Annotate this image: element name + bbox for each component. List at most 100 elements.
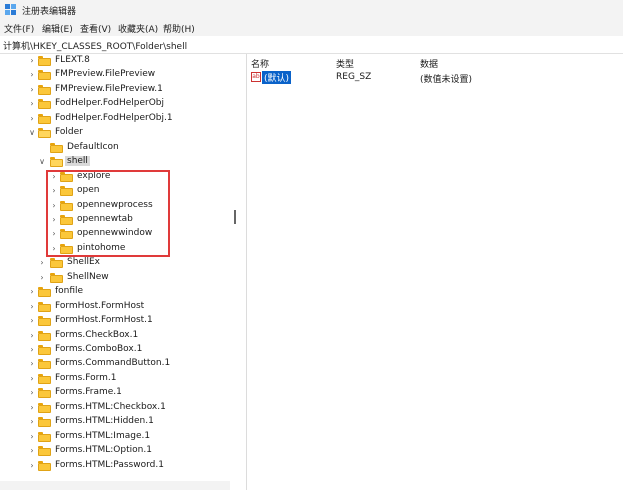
tree-node[interactable]: › ShellNew [0, 271, 230, 285]
window-title: 注册表编辑器 [22, 7, 77, 17]
tree-node-label[interactable]: FodHelper.FodHelperObj [53, 98, 166, 108]
annotation-highlight-box [46, 170, 170, 257]
chevron-right-icon[interactable]: › [28, 446, 36, 456]
tree-scrollbar[interactable] [230, 54, 240, 490]
folder-icon [50, 272, 63, 283]
tree-node[interactable]: › FodHelper.FodHelperObj.1 [0, 112, 230, 126]
tree-node-label[interactable]: FormHost.FormHost.1 [53, 315, 155, 325]
menu-edit[interactable]: 编辑(E) [42, 22, 73, 35]
tree-node-label[interactable]: FMPreview.FilePreview.1 [53, 84, 165, 94]
tree-node[interactable]: › ShellEx [0, 256, 230, 270]
chevron-right-icon[interactable]: › [28, 345, 36, 355]
chevron-right-icon[interactable]: › [28, 331, 36, 341]
tree-node-label[interactable]: Forms.HTML:Image.1 [53, 431, 152, 441]
tree-node[interactable]: ∨ Folder [0, 126, 230, 140]
tree-node[interactable]: › Forms.HTML:Option.1 [0, 444, 230, 458]
tree-horizontal-scrollbar[interactable] [0, 481, 230, 490]
tree-node-label[interactable]: DefaultIcon [65, 142, 121, 152]
tree-node-label[interactable]: shell [65, 156, 90, 167]
chevron-right-icon[interactable]: › [28, 85, 36, 95]
tree-node-label[interactable]: Forms.Form.1 [53, 373, 118, 383]
tree-node-label[interactable]: FLEXT.8 [53, 55, 92, 65]
tree-node[interactable]: › Forms.Form.1 [0, 372, 230, 386]
chevron-right-icon[interactable]: › [28, 461, 36, 471]
tree-node[interactable]: › FormHost.FormHost [0, 300, 230, 314]
chevron-right-icon[interactable]: › [38, 258, 46, 268]
folder-icon [38, 70, 51, 81]
value-name[interactable]: (默认) [262, 71, 292, 84]
tree-node[interactable]: › Forms.HTML:Password.1 [0, 459, 230, 473]
tree-node-label[interactable]: Forms.CheckBox.1 [53, 330, 140, 340]
chevron-right-icon[interactable]: › [28, 70, 36, 80]
tree-node[interactable]: › Forms.Frame.1 [0, 386, 230, 400]
value-row[interactable]: ab (默认) REG_SZ (数值未设置) [247, 70, 623, 85]
chevron-down-icon[interactable]: ∨ [28, 128, 36, 138]
tree-node[interactable]: › FodHelper.FodHelperObj [0, 97, 230, 111]
chevron-right-icon[interactable]: › [28, 403, 36, 413]
folder-icon [38, 359, 51, 370]
chevron-right-icon[interactable]: › [28, 432, 36, 442]
tree-node[interactable]: › fonfile [0, 285, 230, 299]
menu-file[interactable]: 文件(F) [4, 22, 34, 35]
tree-node[interactable]: › FLEXT.8 [0, 54, 230, 68]
chevron-right-icon[interactable]: › [28, 114, 36, 124]
column-header-name[interactable]: 名称 [251, 57, 269, 70]
tree-node-label[interactable]: Forms.HTML:Password.1 [53, 460, 166, 470]
tree-node-label[interactable]: Forms.HTML:Option.1 [53, 445, 154, 455]
menu-help[interactable]: 帮助(H) [163, 22, 195, 35]
folder-icon [38, 446, 51, 457]
values-pane[interactable]: 名称 类型 数据 ab (默认) REG_SZ (数值未设置) [246, 54, 623, 490]
tree-node-label[interactable]: Forms.ComboBox.1 [53, 344, 144, 354]
tree-node-label[interactable]: fonfile [53, 286, 85, 296]
tree-node[interactable]: › FMPreview.FilePreview [0, 68, 230, 82]
tree-node[interactable]: › Forms.ComboBox.1 [0, 343, 230, 357]
tree-node-label[interactable]: Forms.HTML:Hidden.1 [53, 416, 156, 426]
chevron-right-icon[interactable]: › [28, 287, 36, 297]
tree-node[interactable]: › Forms.HTML:Hidden.1 [0, 415, 230, 429]
tree-node-label[interactable]: FMPreview.FilePreview [53, 69, 157, 79]
tree-node-label[interactable]: Forms.CommandButton.1 [53, 358, 172, 368]
tree-node[interactable]: DefaultIcon [0, 141, 230, 155]
registry-editor-icon [5, 4, 16, 15]
registry-key-tree[interactable]: › FLEXT.8 › FMPreview.FilePreview › FMPreview… [0, 54, 230, 490]
value-type: REG_SZ [336, 72, 372, 82]
chevron-right-icon[interactable]: › [28, 374, 36, 384]
tree-node[interactable]: › Forms.CheckBox.1 [0, 329, 230, 343]
menu-favorites[interactable]: 收藏夹(A) [118, 22, 158, 35]
tree-node[interactable]: › Forms.HTML:Checkbox.1 [0, 401, 230, 415]
tree-node-label[interactable]: ShellEx [65, 257, 102, 267]
chevron-right-icon[interactable]: › [28, 417, 36, 427]
chevron-right-icon[interactable]: › [28, 56, 36, 66]
tree-node-label[interactable]: Forms.Frame.1 [53, 387, 124, 397]
address-path[interactable]: 计算机\HKEY_CLASSES_ROOT\Folder\shell [3, 39, 187, 52]
splitter-grip[interactable] [234, 210, 236, 224]
folder-icon [38, 345, 51, 355]
folder-icon [38, 301, 51, 312]
column-header-type[interactable]: 类型 [336, 57, 354, 70]
chevron-right-icon[interactable]: › [28, 388, 36, 398]
menu-view[interactable]: 查看(V) [80, 22, 111, 35]
folder-icon [38, 388, 51, 399]
chevron-down-icon[interactable]: ∨ [38, 157, 46, 167]
tree-node[interactable]: › Forms.HTML:Image.1 [0, 430, 230, 444]
column-header-data[interactable]: 数据 [420, 57, 438, 70]
folder-icon [38, 99, 51, 110]
tree-node-label[interactable]: Folder [53, 127, 85, 137]
chevron-right-icon[interactable]: › [28, 302, 36, 312]
tree-node-label[interactable]: Forms.HTML:Checkbox.1 [53, 402, 168, 412]
tree-node[interactable]: ∨ shell [0, 155, 230, 169]
tree-node[interactable]: › Forms.CommandButton.1 [0, 357, 230, 371]
folder-icon [38, 330, 51, 341]
chevron-right-icon[interactable]: › [38, 273, 46, 283]
address-bar[interactable]: 计算机\HKEY_CLASSES_ROOT\Folder\shell [0, 36, 623, 54]
tree-node-label[interactable]: ShellNew [65, 272, 111, 282]
folder-icon [38, 460, 51, 471]
chevron-right-icon[interactable]: › [28, 359, 36, 369]
tree-node[interactable]: › FMPreview.FilePreview.1 [0, 83, 230, 97]
chevron-right-icon[interactable]: › [28, 99, 36, 109]
folder-icon [38, 316, 51, 327]
tree-node[interactable]: › FormHost.FormHost.1 [0, 314, 230, 328]
chevron-right-icon[interactable]: › [28, 316, 36, 326]
tree-node-label[interactable]: FormHost.FormHost [53, 301, 146, 311]
tree-node-label[interactable]: FodHelper.FodHelperObj.1 [53, 113, 175, 123]
